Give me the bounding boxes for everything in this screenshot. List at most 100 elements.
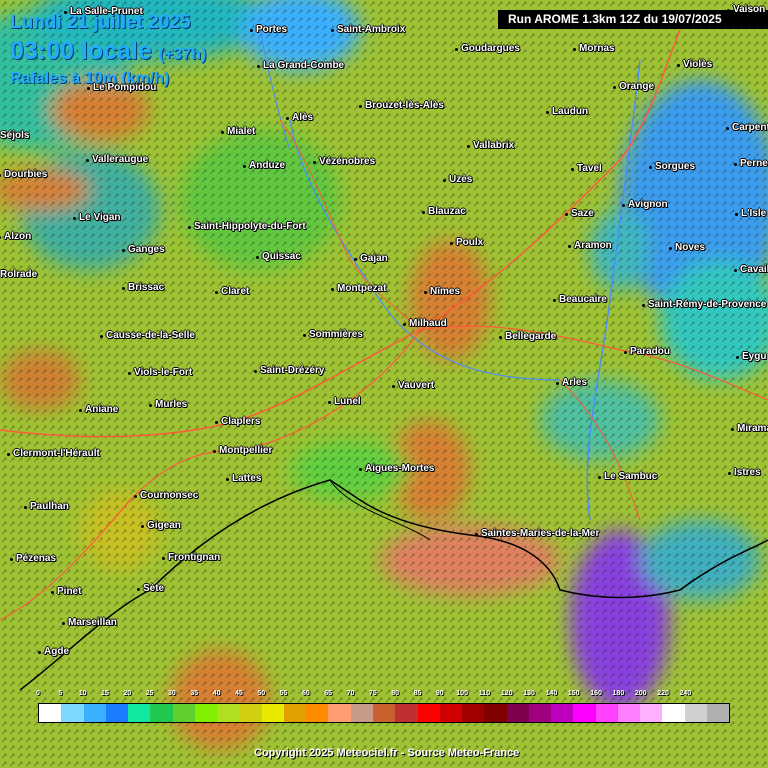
legend-swatch: [328, 704, 351, 722]
city-label: Portes: [249, 24, 288, 35]
weather-map: Lundi 21 juillet 2025 03:00 locale (+37h…: [0, 0, 768, 768]
city-label: Milhaud: [403, 318, 447, 329]
city-label: Causse-de-la-Selle: [100, 330, 195, 341]
legend-swatch: [528, 704, 552, 722]
city-label: Cavail: [733, 264, 768, 275]
legend-swatch: [39, 704, 62, 722]
city-label: Miramas: [731, 423, 768, 434]
city-label: Clermont-l'Hérault: [7, 448, 100, 459]
city-label: Laudun: [545, 106, 589, 117]
city-label: Montpellier: [212, 445, 273, 456]
city-label: Goudargues: [455, 43, 520, 54]
legend-tick: 40: [212, 690, 221, 697]
city-label: Brouzet-lès-Alès: [359, 100, 444, 111]
city-label: Carpentras: [726, 122, 768, 133]
city-label: Le Sambuc: [597, 471, 658, 482]
legend-swatch: [640, 704, 663, 722]
city-label: Marseillan: [62, 617, 117, 628]
legend-tick: 55: [279, 690, 288, 697]
city-label: Valleraugue: [85, 154, 149, 165]
legend-swatch: [261, 704, 284, 722]
legend-swatch: [150, 704, 173, 722]
city-label: Saint-Rémy-de-Provence: [641, 299, 767, 310]
city-label: Orange: [612, 81, 655, 92]
city-label: Le Vigan: [73, 212, 121, 223]
legend-tick: 0: [36, 690, 40, 697]
city-label: Aigues-Mortes: [358, 463, 435, 474]
legend-tick: 130: [523, 690, 535, 697]
legend-tick: 35: [190, 690, 199, 697]
legend-tick: 100: [456, 690, 468, 697]
legend-tick: 180: [612, 690, 625, 697]
legend-tick: 160: [590, 690, 602, 697]
legend-tick: 140: [545, 690, 558, 697]
legend-colorbar: [38, 703, 730, 723]
city-label: Frontignan: [161, 552, 221, 563]
city-label: Mornas: [573, 43, 615, 54]
legend-ticks: 0 5 10 15 20 25 30 35 40 45 50 55 60 65 70 75 80 85 90 100 1…: [36, 690, 730, 703]
legend-tick: 65: [324, 690, 333, 697]
legend-swatch: [194, 704, 218, 722]
city-label: Aniane: [78, 404, 119, 415]
city-label: Paradou: [623, 346, 671, 357]
city-label: Violès: [676, 59, 713, 70]
legend-tick: 120: [500, 690, 513, 697]
legend-swatch: [217, 704, 240, 722]
legend-tick: 200: [634, 690, 647, 697]
legend-tick: 80: [391, 690, 400, 697]
legend-tick: 45: [234, 690, 243, 697]
city-label: La Grand-Combe: [256, 60, 345, 71]
city-label: Lattes: [225, 473, 262, 484]
legend-swatch: [105, 704, 129, 722]
city-label: Istres: [728, 467, 761, 478]
city-label: Tavel: [571, 163, 602, 174]
city-label: Lunel: [328, 396, 361, 407]
legend-swatch: [350, 704, 373, 722]
city-label: Bellegarde: [498, 331, 557, 342]
legend-swatch: [283, 704, 307, 722]
legend-swatch: [372, 704, 396, 722]
legend-swatch: [573, 704, 596, 722]
legend-swatch: [484, 704, 507, 722]
city-label: Alzon: [0, 231, 32, 242]
legend-tick: 70: [346, 690, 355, 697]
legend-swatch: [617, 704, 641, 722]
legend-swatch: [239, 704, 262, 722]
forecast-time: 03:00 locale (+37h): [10, 37, 206, 66]
city-label: Sommières: [303, 329, 363, 340]
legend-tick: 75: [368, 690, 377, 697]
legend-swatch: [595, 704, 618, 722]
city-label: Ganges: [122, 244, 165, 255]
map-background: [0, 0, 768, 768]
legend-tick: 110: [478, 690, 491, 697]
legend-swatch: [395, 704, 418, 722]
city-label: Saint-Ambroix: [330, 24, 406, 35]
legend-tick: 5: [58, 690, 63, 697]
city-label: Vézénobres: [312, 156, 376, 167]
city-label: La Salle-Prunet: [64, 6, 143, 17]
city-label: Mialet: [220, 126, 256, 137]
legend-swatch: [172, 704, 195, 722]
city-label: Eygu: [735, 351, 767, 362]
city-label: L'Isle: [734, 208, 767, 219]
city-label: Rolrade: [0, 269, 38, 280]
legend-tick: 15: [101, 690, 109, 697]
legend-swatch: [462, 704, 485, 722]
city-label: Avignon: [622, 199, 668, 210]
city-label: Pinet: [50, 586, 82, 597]
city-label: Sète: [136, 583, 165, 594]
city-label: Uzès: [442, 174, 473, 185]
city-label: Montpezat: [330, 283, 387, 294]
city-label: Cournonsec: [133, 490, 199, 501]
city-label: Gajan: [354, 253, 388, 264]
city-label: Vallabrix: [466, 140, 515, 151]
legend-tick: 240: [679, 690, 692, 697]
copyright: Copyright 2025 Meteociel.fr - Source Met…: [254, 747, 520, 759]
legend-tick: 90: [435, 690, 444, 697]
legend-swatch: [551, 704, 574, 722]
legend-tick: 60: [301, 690, 310, 697]
city-label: Alès: [285, 112, 314, 123]
city-label: Claplers: [214, 416, 261, 427]
local-time: 03:00 locale: [10, 37, 152, 65]
legend-tick: 30: [168, 690, 176, 697]
